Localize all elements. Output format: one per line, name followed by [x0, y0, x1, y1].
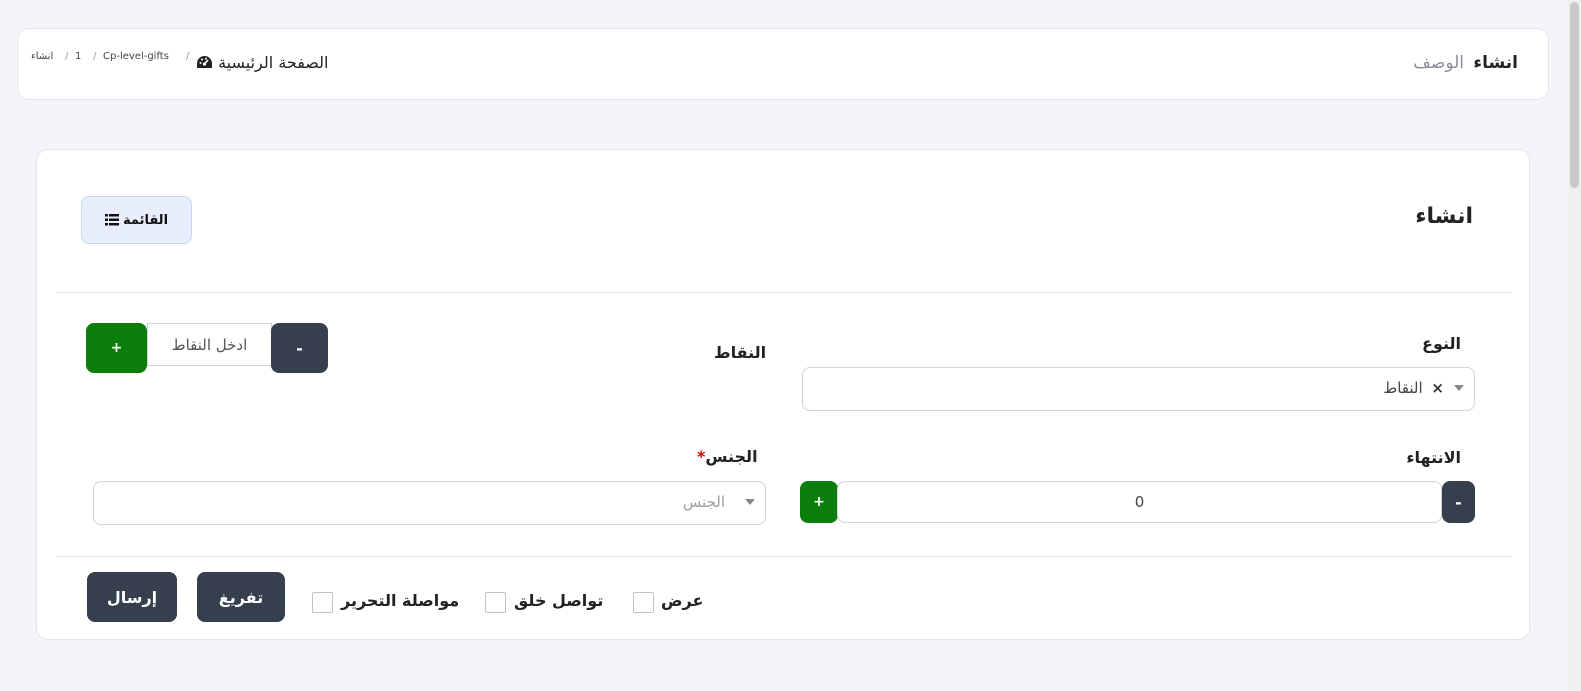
type-select[interactable]: النقاط ×: [802, 367, 1475, 411]
list-button[interactable]: القائمة: [81, 196, 192, 244]
gender-label: *الجنس: [697, 447, 758, 466]
view-checkbox[interactable]: [633, 592, 654, 613]
view-checkbox-label: عرض: [661, 591, 704, 610]
continue-edit-checkbox-label: مواصلة التحرير: [341, 591, 460, 610]
points-input[interactable]: ادخل النقاط: [147, 323, 272, 366]
dashboard-gauge-icon: [197, 56, 212, 68]
continue-create-checkbox-label: تواصل خلق: [514, 591, 604, 610]
gender-label-text: الجنس: [705, 447, 758, 466]
reset-button[interactable]: تفريغ: [197, 572, 285, 622]
breadcrumb-item-create: انشاء: [31, 51, 54, 62]
breadcrumb-separator: /: [186, 51, 190, 62]
divider: [56, 292, 1511, 293]
page-header: انشاء الوصف الصفحة الرئيسية / Cp-level-g…: [17, 28, 1549, 100]
page-title-main: انشاء: [1473, 53, 1518, 73]
type-label: النوع: [1422, 334, 1461, 353]
end-decrement-button[interactable]: -: [1442, 481, 1475, 523]
list-icon: [104, 214, 119, 226]
breadcrumb-separator: /: [65, 51, 69, 62]
card-title: انشاء: [1415, 204, 1473, 229]
continue-edit-checkbox[interactable]: [312, 592, 333, 613]
breadcrumb-item-id[interactable]: 1: [75, 51, 81, 62]
page-title-description: الوصف: [1413, 53, 1464, 73]
end-label: الانتهاء: [1406, 448, 1461, 467]
type-selected-chip: النقاط ×: [1383, 379, 1444, 397]
page-title: انشاء الوصف: [1413, 53, 1518, 73]
chevron-down-icon: [1454, 385, 1464, 391]
end-increment-button[interactable]: +: [800, 481, 838, 523]
breadcrumb-home-label: الصفحة الرئيسية: [218, 53, 329, 72]
gender-placeholder: الجنس: [682, 493, 725, 511]
gender-select[interactable]: الجنس: [93, 481, 766, 525]
points-label: النقاط: [714, 343, 767, 362]
submit-button[interactable]: إرسال: [87, 572, 177, 622]
create-form-card: انشاء القائمة النوع النقاط × النقاط + اد…: [36, 149, 1530, 640]
points-decrement-button[interactable]: -: [271, 323, 328, 373]
breadcrumb-separator: /: [93, 51, 97, 62]
chevron-down-icon: [745, 499, 755, 505]
list-button-label: القائمة: [122, 212, 169, 228]
points-increment-button[interactable]: +: [86, 323, 147, 373]
continue-create-checkbox[interactable]: [485, 592, 506, 613]
end-input[interactable]: 0: [837, 481, 1442, 523]
close-icon[interactable]: ×: [1431, 379, 1444, 397]
scrollbar-thumb[interactable]: [1570, 2, 1579, 188]
scrollbar[interactable]: [1568, 0, 1581, 691]
type-chip-label: النقاط: [1383, 379, 1423, 397]
breadcrumb-home[interactable]: الصفحة الرئيسية: [196, 53, 328, 72]
breadcrumb-item-cp-level-gifts[interactable]: Cp-level-gifts: [103, 51, 169, 62]
divider: [56, 556, 1511, 557]
